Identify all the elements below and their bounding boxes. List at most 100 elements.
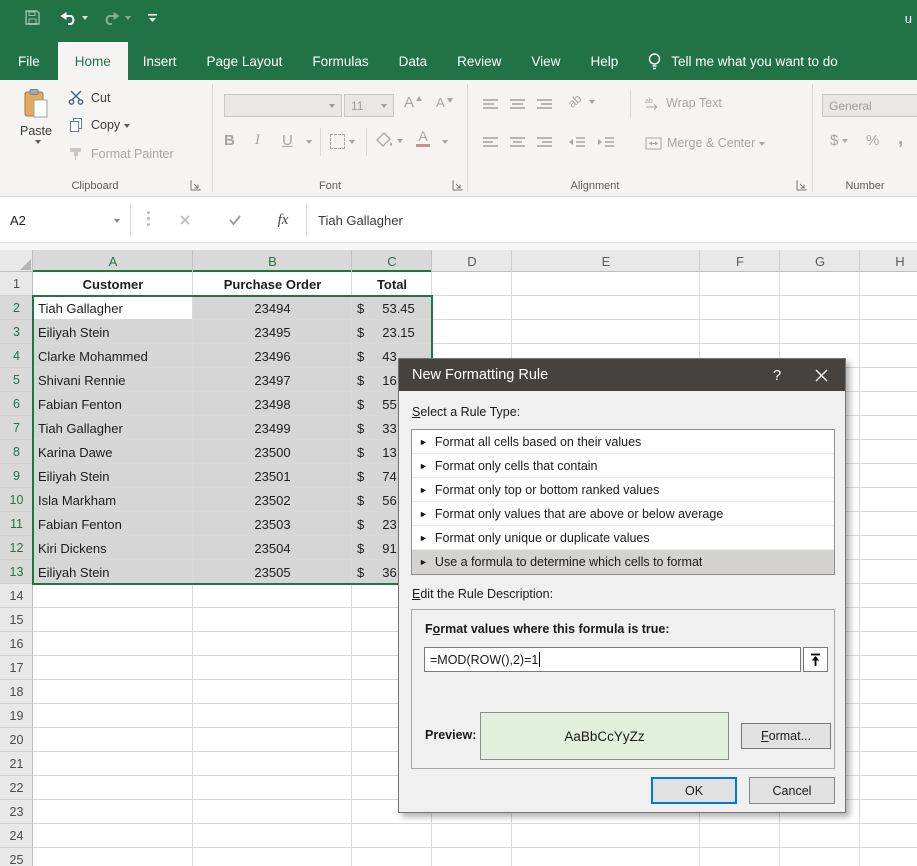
dialog-help-button[interactable]: ? (757, 359, 797, 391)
merge-center-button[interactable]: Merge & Center (645, 136, 765, 150)
grid-cell[interactable] (780, 320, 860, 344)
select-all-corner[interactable] (0, 250, 33, 272)
column-header[interactable]: D (432, 250, 512, 272)
grid-cell[interactable] (860, 416, 917, 440)
grid-cell[interactable] (33, 728, 193, 752)
grid-cell[interactable]: 23505 (193, 560, 352, 584)
grid-cell[interactable] (33, 656, 193, 680)
grid-cell[interactable] (860, 776, 917, 800)
grid-cell[interactable] (432, 272, 512, 296)
grid-cell[interactable] (700, 824, 780, 848)
row-header[interactable]: 24 (0, 824, 33, 848)
row-header[interactable]: 1 (0, 272, 33, 296)
column-header[interactable]: B (193, 250, 352, 272)
grid-cell[interactable] (860, 752, 917, 776)
grid-cell[interactable] (860, 848, 917, 866)
grid-cell[interactable] (780, 296, 860, 320)
row-header[interactable]: 22 (0, 776, 33, 800)
grid-cell[interactable] (780, 824, 860, 848)
row-header[interactable]: 19 (0, 704, 33, 728)
grid-cell[interactable] (860, 320, 917, 344)
cancel-button[interactable]: Cancel (749, 777, 835, 804)
undo-button[interactable] (59, 10, 88, 25)
grid-cell[interactable] (193, 824, 352, 848)
grid-cell[interactable] (193, 728, 352, 752)
cancel-entry-button[interactable] (168, 203, 202, 237)
grid-cell[interactable]: $23.15 (352, 320, 432, 344)
grid-cell[interactable] (432, 320, 512, 344)
grid-cell[interactable] (860, 536, 917, 560)
formula-input[interactable]: =MOD(ROW(),2)=1 (424, 647, 801, 672)
comma-format-button[interactable]: , (898, 128, 903, 150)
grid-cell[interactable] (193, 800, 352, 824)
row-header[interactable]: 17 (0, 656, 33, 680)
grid-cell[interactable]: Tiah Gallagher (33, 296, 193, 320)
grid-cell[interactable] (860, 560, 917, 584)
grid-cell[interactable] (512, 296, 700, 320)
grid-cell[interactable]: 23495 (193, 320, 352, 344)
grid-cell[interactable] (700, 296, 780, 320)
grid-cell[interactable]: Purchase Order (193, 272, 352, 296)
grid-cell[interactable] (33, 752, 193, 776)
column-header[interactable]: C (352, 250, 432, 272)
row-header[interactable]: 3 (0, 320, 33, 344)
grid-cell[interactable] (432, 296, 512, 320)
shrink-font-button[interactable]: A (436, 95, 454, 110)
rule-type-option[interactable]: ►Format only top or bottom ranked values (412, 478, 834, 502)
grid-cell[interactable] (860, 272, 917, 296)
grid-cell[interactable] (860, 656, 917, 680)
grid-cell[interactable] (860, 824, 917, 848)
grid-cell[interactable] (33, 848, 193, 866)
grid-cell[interactable]: Fabian Fenton (33, 392, 193, 416)
grid-cell[interactable]: Eiliyah Stein (33, 320, 193, 344)
number-format-combo[interactable]: General (822, 94, 917, 117)
grid-cell[interactable] (512, 848, 700, 866)
grid-cell[interactable] (33, 632, 193, 656)
align-middle-button[interactable] (509, 98, 526, 110)
align-center-button[interactable] (509, 136, 526, 148)
bold-button[interactable]: B (224, 132, 235, 149)
enter-entry-button[interactable] (218, 203, 252, 237)
row-header[interactable]: 16 (0, 632, 33, 656)
paste-button[interactable]: Paste (10, 88, 62, 145)
grid-cell[interactable]: Fabian Fenton (33, 512, 193, 536)
formula-bar-grip[interactable] (147, 211, 151, 229)
formula-bar-value[interactable]: Tiah Gallagher (318, 203, 403, 237)
align-bottom-button[interactable] (536, 98, 553, 110)
grid-cell[interactable] (860, 440, 917, 464)
grid-cell[interactable] (193, 656, 352, 680)
tab-file[interactable]: File (0, 42, 58, 80)
grid-cell[interactable] (860, 584, 917, 608)
grid-cell[interactable] (512, 824, 700, 848)
percent-format-button[interactable]: % (866, 132, 879, 149)
align-top-button[interactable] (482, 98, 499, 110)
font-name-combo[interactable] (224, 94, 342, 117)
grid-cell[interactable] (860, 488, 917, 512)
tab-insert[interactable]: Insert (128, 42, 192, 80)
grid-cell[interactable]: 23504 (193, 536, 352, 560)
collapse-dialog-button[interactable] (803, 647, 828, 672)
ok-button[interactable]: OK (651, 777, 737, 804)
grid-cell[interactable] (700, 272, 780, 296)
tab-formulas[interactable]: Formulas (297, 42, 383, 80)
align-left-button[interactable] (482, 136, 499, 148)
grid-cell[interactable]: 23500 (193, 440, 352, 464)
grid-cell[interactable] (193, 632, 352, 656)
grid-cell[interactable] (512, 272, 700, 296)
grid-cell[interactable] (860, 800, 917, 824)
grid-cell[interactable] (860, 728, 917, 752)
tab-home[interactable]: Home (58, 42, 128, 80)
copy-button[interactable]: Copy (68, 117, 130, 133)
tab-help[interactable]: Help (575, 42, 633, 80)
redo-button[interactable] (102, 10, 131, 25)
rule-type-option[interactable]: ►Format all cells based on their values (412, 430, 834, 454)
grid-cell[interactable]: Kiri Dickens (33, 536, 193, 560)
row-header[interactable]: 9 (0, 464, 33, 488)
grid-cell[interactable] (193, 848, 352, 866)
grid-cell[interactable]: 23498 (193, 392, 352, 416)
grid-cell[interactable] (432, 848, 512, 866)
grid-cell[interactable] (512, 320, 700, 344)
grid-cell[interactable] (193, 680, 352, 704)
grid-cell[interactable] (193, 752, 352, 776)
grid-cell[interactable]: Eiliyah Stein (33, 560, 193, 584)
